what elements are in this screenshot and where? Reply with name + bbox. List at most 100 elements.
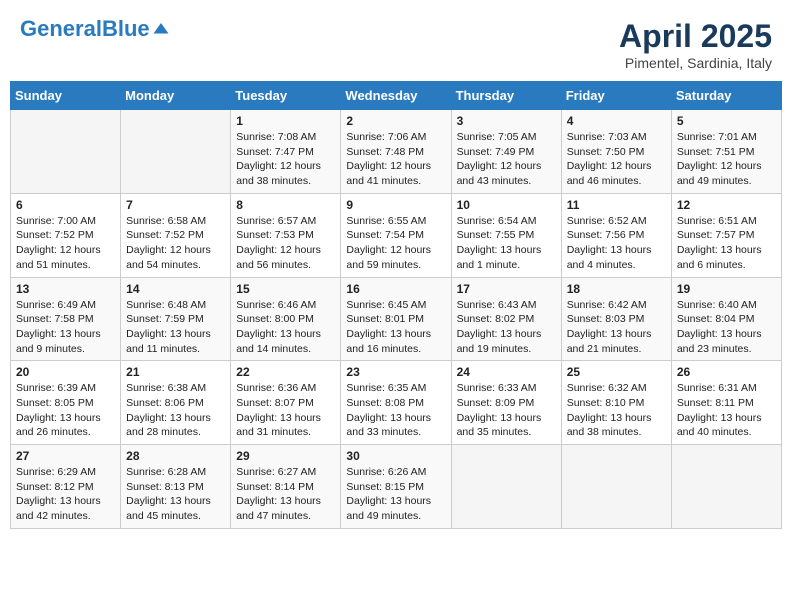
calendar-cell: 26Sunrise: 6:31 AM Sunset: 8:11 PM Dayli… xyxy=(671,361,781,445)
day-number: 3 xyxy=(457,114,556,128)
calendar-cell: 5 Sunrise: 7:01 AM Sunset: 7:51 PM Daylig… xyxy=(671,110,781,194)
calendar-cell: 15 Sunrise: 6:46 AM Sunset: 8:00 PM Dayli… xyxy=(231,277,341,361)
day-number: 5 xyxy=(677,114,776,128)
day-info: Sunrise: 6:51 AM Sunset: 7:57 PM Dayligh… xyxy=(677,214,776,273)
day-number: 22 xyxy=(236,365,335,379)
calendar-cell: 13Sunrise: 6:49 AM Sunset: 7:58 PM Dayli… xyxy=(11,277,121,361)
day-number: 23 xyxy=(346,365,445,379)
calendar-cell: 11Sunrise: 6:52 AM Sunset: 7:56 PM Dayli… xyxy=(561,193,671,277)
day-number: 16 xyxy=(346,282,445,296)
day-number: 1 xyxy=(236,114,335,128)
day-info: Sunrise: 7:08 AM Sunset: 7:47 PM Dayligh… xyxy=(236,130,335,189)
calendar-table: SundayMondayTuesdayWednesdayThursdayFrid… xyxy=(10,81,782,529)
day-of-week-header: Monday xyxy=(121,82,231,110)
day-number: 14 xyxy=(126,282,225,296)
day-info: Sunrise: 6:29 AM Sunset: 8:12 PM Dayligh… xyxy=(16,465,115,524)
day-number: 15 xyxy=(236,282,335,296)
day-number: 19 xyxy=(677,282,776,296)
calendar-cell: 6 Sunrise: 7:00 AM Sunset: 7:52 PM Daylig… xyxy=(11,193,121,277)
day-info: Sunrise: 6:49 AM Sunset: 7:58 PM Dayligh… xyxy=(16,298,115,357)
day-info: Sunrise: 6:38 AM Sunset: 8:06 PM Dayligh… xyxy=(126,381,225,440)
calendar-cell: 25 Sunrise: 6:32 AM Sunset: 8:10 PM Dayli… xyxy=(561,361,671,445)
calendar-cell: 12 Sunrise: 6:51 AM Sunset: 7:57 PM Dayli… xyxy=(671,193,781,277)
day-info: Sunrise: 6:33 AM Sunset: 8:09 PM Dayligh… xyxy=(457,381,556,440)
title-block: April 2025 Pimentel, Sardinia, Italy xyxy=(619,18,772,71)
day-info: Sunrise: 6:35 AM Sunset: 8:08 PM Dayligh… xyxy=(346,381,445,440)
calendar-cell xyxy=(451,445,561,529)
day-info: Sunrise: 6:54 AM Sunset: 7:55 PM Dayligh… xyxy=(457,214,556,273)
day-of-week-header: Wednesday xyxy=(341,82,451,110)
day-info: Sunrise: 6:48 AM Sunset: 7:59 PM Dayligh… xyxy=(126,298,225,357)
day-info: Sunrise: 6:28 AM Sunset: 8:13 PM Dayligh… xyxy=(126,465,225,524)
day-info: Sunrise: 6:39 AM Sunset: 8:05 PM Dayligh… xyxy=(16,381,115,440)
calendar-cell: 27 Sunrise: 6:29 AM Sunset: 8:12 PM Dayli… xyxy=(11,445,121,529)
day-number: 29 xyxy=(236,449,335,463)
calendar-cell: 20Sunrise: 6:39 AM Sunset: 8:05 PM Dayli… xyxy=(11,361,121,445)
page-header: GeneralBlue April 2025 Pimentel, Sardini… xyxy=(10,10,782,77)
day-of-week-header: Friday xyxy=(561,82,671,110)
day-of-week-header: Tuesday xyxy=(231,82,341,110)
day-number: 7 xyxy=(126,198,225,212)
day-number: 27 xyxy=(16,449,115,463)
day-info: Sunrise: 7:03 AM Sunset: 7:50 PM Dayligh… xyxy=(567,130,666,189)
day-info: Sunrise: 6:32 AM Sunset: 8:10 PM Dayligh… xyxy=(567,381,666,440)
calendar-cell: 4 Sunrise: 7:03 AM Sunset: 7:50 PM Daylig… xyxy=(561,110,671,194)
calendar-cell: 23 Sunrise: 6:35 AM Sunset: 8:08 PM Dayli… xyxy=(341,361,451,445)
location-subtitle: Pimentel, Sardinia, Italy xyxy=(619,55,772,71)
day-number: 8 xyxy=(236,198,335,212)
day-info: Sunrise: 6:55 AM Sunset: 7:54 PM Dayligh… xyxy=(346,214,445,273)
month-title: April 2025 xyxy=(619,18,772,55)
calendar-cell: 2 Sunrise: 7:06 AM Sunset: 7:48 PM Daylig… xyxy=(341,110,451,194)
calendar-cell: 16 Sunrise: 6:45 AM Sunset: 8:01 PM Dayli… xyxy=(341,277,451,361)
day-info: Sunrise: 7:01 AM Sunset: 7:51 PM Dayligh… xyxy=(677,130,776,189)
calendar-cell: 30Sunrise: 6:26 AM Sunset: 8:15 PM Dayli… xyxy=(341,445,451,529)
calendar-cell: 10 Sunrise: 6:54 AM Sunset: 7:55 PM Dayli… xyxy=(451,193,561,277)
day-info: Sunrise: 6:27 AM Sunset: 8:14 PM Dayligh… xyxy=(236,465,335,524)
day-number: 21 xyxy=(126,365,225,379)
day-info: Sunrise: 6:42 AM Sunset: 8:03 PM Dayligh… xyxy=(567,298,666,357)
day-info: Sunrise: 6:57 AM Sunset: 7:53 PM Dayligh… xyxy=(236,214,335,273)
day-number: 17 xyxy=(457,282,556,296)
day-number: 28 xyxy=(126,449,225,463)
day-info: Sunrise: 7:00 AM Sunset: 7:52 PM Dayligh… xyxy=(16,214,115,273)
day-number: 25 xyxy=(567,365,666,379)
calendar-cell: 22Sunrise: 6:36 AM Sunset: 8:07 PM Dayli… xyxy=(231,361,341,445)
calendar-cell xyxy=(561,445,671,529)
day-number: 24 xyxy=(457,365,556,379)
calendar-week-row: 13Sunrise: 6:49 AM Sunset: 7:58 PM Dayli… xyxy=(11,277,782,361)
logo-icon xyxy=(152,20,170,38)
calendar-cell xyxy=(671,445,781,529)
day-info: Sunrise: 6:31 AM Sunset: 8:11 PM Dayligh… xyxy=(677,381,776,440)
calendar-cell: 8 Sunrise: 6:57 AM Sunset: 7:53 PM Daylig… xyxy=(231,193,341,277)
calendar-cell: 3 Sunrise: 7:05 AM Sunset: 7:49 PM Daylig… xyxy=(451,110,561,194)
day-number: 18 xyxy=(567,282,666,296)
day-info: Sunrise: 6:58 AM Sunset: 7:52 PM Dayligh… xyxy=(126,214,225,273)
day-of-week-header: Sunday xyxy=(11,82,121,110)
day-info: Sunrise: 7:06 AM Sunset: 7:48 PM Dayligh… xyxy=(346,130,445,189)
day-info: Sunrise: 7:05 AM Sunset: 7:49 PM Dayligh… xyxy=(457,130,556,189)
day-number: 9 xyxy=(346,198,445,212)
calendar-week-row: 1 Sunrise: 7:08 AM Sunset: 7:47 PM Daylig… xyxy=(11,110,782,194)
calendar-cell: 18 Sunrise: 6:42 AM Sunset: 8:03 PM Dayli… xyxy=(561,277,671,361)
calendar-cell: 1 Sunrise: 7:08 AM Sunset: 7:47 PM Daylig… xyxy=(231,110,341,194)
day-info: Sunrise: 6:46 AM Sunset: 8:00 PM Dayligh… xyxy=(236,298,335,357)
calendar-cell xyxy=(121,110,231,194)
day-number: 6 xyxy=(16,198,115,212)
day-number: 2 xyxy=(346,114,445,128)
day-info: Sunrise: 6:45 AM Sunset: 8:01 PM Dayligh… xyxy=(346,298,445,357)
calendar-week-row: 27 Sunrise: 6:29 AM Sunset: 8:12 PM Dayli… xyxy=(11,445,782,529)
calendar-cell: 7 Sunrise: 6:58 AM Sunset: 7:52 PM Daylig… xyxy=(121,193,231,277)
day-number: 4 xyxy=(567,114,666,128)
calendar-cell: 28 Sunrise: 6:28 AM Sunset: 8:13 PM Dayli… xyxy=(121,445,231,529)
day-info: Sunrise: 6:26 AM Sunset: 8:15 PM Dayligh… xyxy=(346,465,445,524)
calendar-cell: 14 Sunrise: 6:48 AM Sunset: 7:59 PM Dayli… xyxy=(121,277,231,361)
day-number: 12 xyxy=(677,198,776,212)
day-info: Sunrise: 6:52 AM Sunset: 7:56 PM Dayligh… xyxy=(567,214,666,273)
calendar-week-row: 20Sunrise: 6:39 AM Sunset: 8:05 PM Dayli… xyxy=(11,361,782,445)
calendar-cell: 19 Sunrise: 6:40 AM Sunset: 8:04 PM Dayli… xyxy=(671,277,781,361)
calendar-cell: 24 Sunrise: 6:33 AM Sunset: 8:09 PM Dayli… xyxy=(451,361,561,445)
calendar-header-row: SundayMondayTuesdayWednesdayThursdayFrid… xyxy=(11,82,782,110)
day-number: 10 xyxy=(457,198,556,212)
calendar-cell: 29 Sunrise: 6:27 AM Sunset: 8:14 PM Dayli… xyxy=(231,445,341,529)
day-info: Sunrise: 6:40 AM Sunset: 8:04 PM Dayligh… xyxy=(677,298,776,357)
